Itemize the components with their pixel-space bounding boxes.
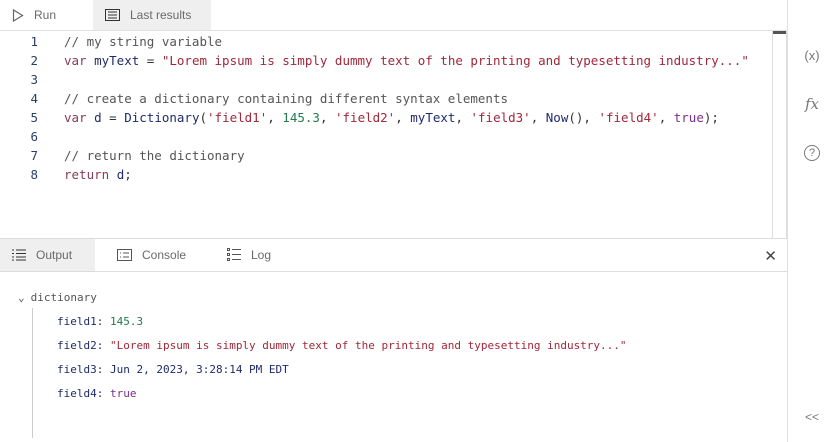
code-text: // return the dictionary <box>64 148 245 163</box>
run-button[interactable]: Run <box>0 0 93 30</box>
play-icon <box>12 8 24 22</box>
line-number: 2 <box>30 53 38 68</box>
close-icon[interactable]: ✕ <box>764 247 777 265</box>
code-text: // my string variable <box>64 34 223 49</box>
code-text: // create a dictionary containing differ… <box>64 91 509 106</box>
help-icon[interactable]: ? <box>788 144 835 161</box>
last-results-button[interactable]: Last results <box>93 0 211 30</box>
code-line: 3 <box>0 70 772 89</box>
dictionary-label: dictionary <box>30 291 97 304</box>
dictionary-node[interactable]: ⌄ dictionary <box>18 291 97 304</box>
field-key: field4: <box>57 387 104 400</box>
field-row: field3: Jun 2, 2023, 3:28:14 PM EDT <box>57 363 289 376</box>
tab-output[interactable]: Output <box>0 239 95 271</box>
code-operator: = <box>101 110 125 125</box>
field-row: field1: 145.3 <box>57 315 143 328</box>
code-line: 1 // my string variable <box>0 32 772 51</box>
code-line: 2 var myText = "Lorem ipsum is simply dum… <box>0 51 772 70</box>
right-sidebar: (x) fx ? << <box>787 0 835 442</box>
output-tabs: Output Console Log ✕ <box>0 238 787 272</box>
tab-console[interactable]: Console <box>95 239 215 271</box>
line-number: 8 <box>30 167 38 182</box>
collapse-icon[interactable]: << <box>788 410 835 424</box>
editor-scrollbar[interactable] <box>772 31 787 238</box>
code-boolean: true <box>673 110 704 125</box>
code-keyword: var <box>64 110 87 125</box>
code-function: Now <box>545 110 569 125</box>
code-string: 'field1' <box>207 110 268 125</box>
tab-log[interactable]: Log <box>215 239 323 271</box>
tab-label: Console <box>142 248 187 262</box>
line-number: 5 <box>30 110 38 125</box>
code-identifier: myText <box>94 53 140 68</box>
code-line: 7 // return the dictionary <box>0 146 772 165</box>
code-line: 6 <box>0 127 772 146</box>
code-string: 'field2' <box>335 110 396 125</box>
field-value: 145.3 <box>109 315 144 328</box>
code-function: Dictionary <box>124 110 200 125</box>
code-identifier: d <box>94 110 102 125</box>
field-key: field1: <box>57 315 104 328</box>
field-row: field4: true <box>57 387 136 400</box>
code-line: 8 return d; <box>0 165 772 184</box>
results-icon <box>105 9 120 21</box>
code-line: 5 var d = Dictionary('field1', 145.3, 'fi… <box>0 108 772 127</box>
field-key: field3: <box>57 363 104 376</box>
field-value: "Lorem ipsum is simply dummy text of the… <box>109 339 627 352</box>
list-icon <box>12 249 26 261</box>
code-operator: = <box>139 53 162 68</box>
functions-icon[interactable]: fx <box>788 95 835 113</box>
tab-label: Log <box>251 248 272 262</box>
last-results-label: Last results <box>130 8 192 22</box>
console-icon <box>117 249 132 261</box>
field-value: Jun 2, 2023, 3:28:14 PM EDT <box>109 363 289 376</box>
line-number: 6 <box>30 129 38 144</box>
code-line: 4 // create a dictionary containing diffe… <box>0 89 772 108</box>
code-editor[interactable]: 1 // my string variable 2 var myText = "Lo… <box>0 31 772 238</box>
scrollbar-thumb[interactable] <box>773 31 786 34</box>
log-icon <box>227 248 241 261</box>
code-keyword: return <box>64 167 110 182</box>
chevron-down-icon[interactable]: ⌄ <box>18 291 25 304</box>
code-string: 'field4' <box>598 110 659 125</box>
tab-label: Output <box>36 248 73 262</box>
run-label: Run <box>34 8 57 22</box>
toolbar: Run Last results <box>0 0 787 31</box>
code-number: 145.3 <box>282 110 320 125</box>
field-value: true <box>109 387 137 400</box>
code-string: 'field3' <box>470 110 531 125</box>
line-number: 3 <box>30 72 38 87</box>
dictionary-fields: field1: 145.3 field2: "Lorem ipsum is si… <box>32 308 732 438</box>
variables-icon[interactable]: (x) <box>788 48 835 63</box>
code-identifier: myText <box>410 110 456 125</box>
field-key: field2: <box>57 339 104 352</box>
code-keyword: var <box>64 53 87 68</box>
line-number: 7 <box>30 148 38 163</box>
help-glyph: ? <box>804 145 820 161</box>
line-number: 1 <box>30 34 38 49</box>
line-number: 4 <box>30 91 38 106</box>
field-row: field2: "Lorem ipsum is simply dummy tex… <box>57 339 627 352</box>
code-string: "Lorem ipsum is simply dummy text of the… <box>161 53 749 68</box>
